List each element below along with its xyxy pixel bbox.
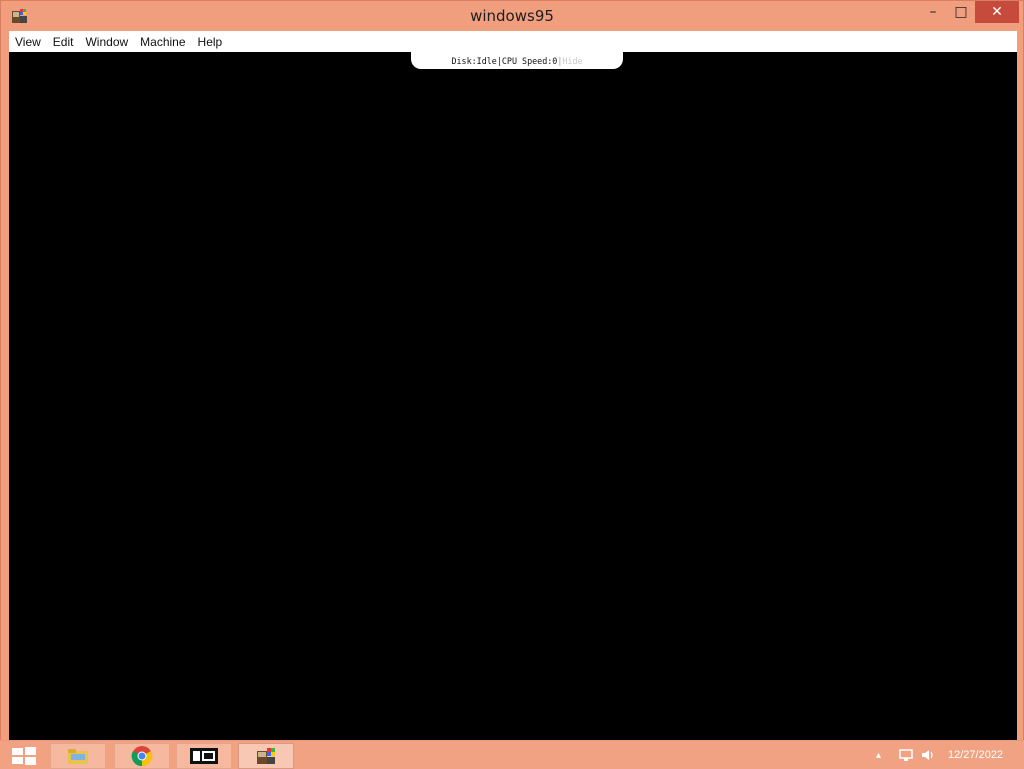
title-bar[interactable]: windows95 – □ ✕ [1,1,1023,31]
cpu-label: CPU Speed: [501,55,553,66]
windows95-app-icon [257,748,275,764]
taskbar-clock[interactable]: 12/27/2022 [948,749,1003,761]
menu-help[interactable]: Help [192,35,229,49]
menu-edit[interactable]: Edit [47,35,80,49]
emulator-screen[interactable]: Disk: Idle | CPU Speed: 0 | Hide [9,52,1017,740]
volume-icon[interactable] [920,745,936,765]
file-explorer-icon [68,749,88,764]
menu-view[interactable]: View [9,35,47,49]
minimize-button[interactable]: – [919,1,947,23]
start-button[interactable] [10,746,38,766]
taskbar-file-explorer[interactable] [50,743,106,769]
emulator-window: windows95 – □ ✕ View Edit Window Machine… [0,0,1024,746]
chrome-icon [131,746,153,767]
maximize-icon: □ [954,4,968,20]
menu-machine[interactable]: Machine [134,35,191,49]
media-player-icon [190,748,218,764]
status-bar: Disk: Idle | CPU Speed: 0 | Hide [411,52,623,69]
close-icon: ✕ [991,4,1003,20]
network-icon[interactable] [898,745,914,765]
tray-overflow-arrow[interactable]: ▴ [876,745,881,765]
taskbar-chrome[interactable] [114,743,170,769]
taskbar: ▴ 12/27/2022 [0,740,1024,769]
maximize-button[interactable]: □ [947,1,975,23]
disk-label: Disk: [451,55,477,66]
hide-status-button[interactable]: Hide [562,56,582,66]
minimize-icon: – [929,4,937,20]
window-title: windows95 [470,7,554,25]
close-button[interactable]: ✕ [975,1,1019,23]
taskbar-windows95[interactable] [238,743,294,769]
taskbar-media[interactable] [176,743,232,769]
menu-window[interactable]: Window [79,35,134,49]
disk-status: Idle [476,55,497,66]
menu-bar: View Edit Window Machine Help [9,31,1017,52]
